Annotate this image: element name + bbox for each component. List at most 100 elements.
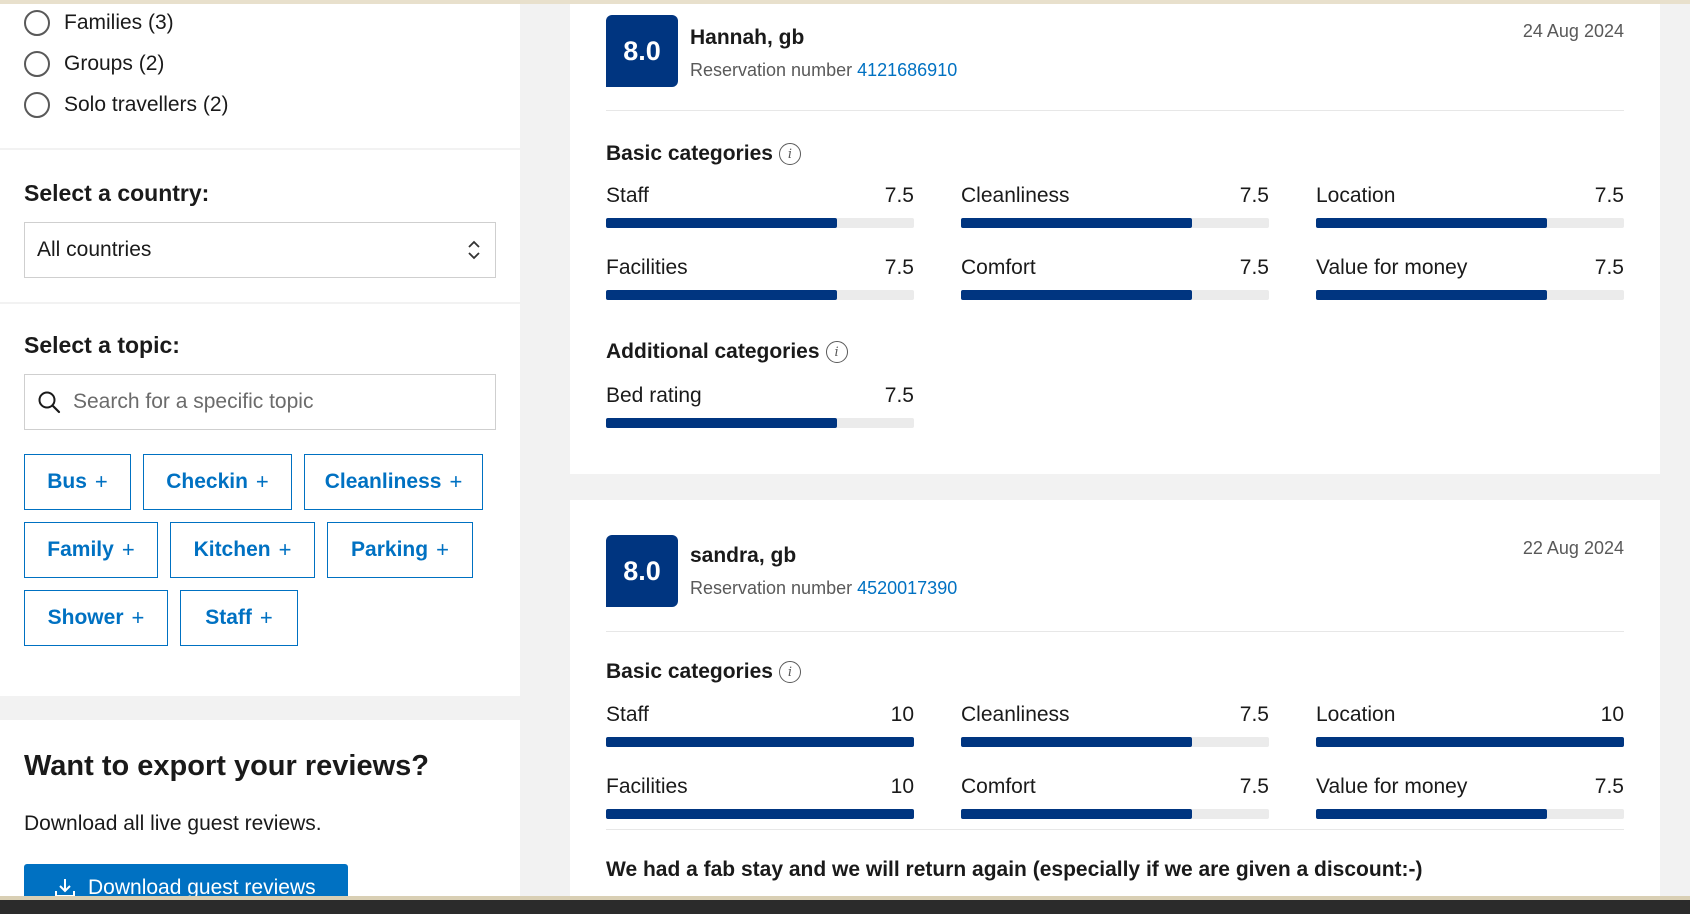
reservation-info: Reservation number 4520017390 [690,578,957,599]
metric-track [961,218,1269,228]
metric-label: Staff [606,703,649,726]
metric-facilities: Facilities 7.5 [606,256,914,306]
radio-circle-icon[interactable] [24,92,50,118]
metric-label: Facilities [606,775,688,798]
metric-bar [606,809,914,819]
metric-track [606,218,914,228]
info-icon[interactable]: i [778,143,801,165]
additional-categories-title: Additional categories i [606,340,848,364]
metric-location: Location 10 [1316,703,1624,753]
chip-label: Parking [351,538,429,561]
metric-label: Bed rating [606,384,702,407]
plus-icon: + [449,469,463,494]
metric-label: Cleanliness [961,703,1070,726]
metric-label: Location [1316,703,1396,726]
topic-chip-bus[interactable]: Bus + [24,454,131,510]
metric-bar [1316,737,1624,747]
export-title: Want to export your reviews? [24,750,429,782]
metric-label: Value for money [1316,775,1468,798]
reservation-number-link[interactable]: 4520017390 [857,578,957,598]
chip-label: Checkin [166,470,248,493]
chip-label: Staff [205,606,252,629]
metric-comfort: Comfort 7.5 [961,775,1269,825]
metric-bed-rating: Bed rating 7.5 [606,384,914,434]
metric-bar [606,418,837,428]
reservation-number-link[interactable]: 4121686910 [857,60,957,80]
metric-value: 10 [890,775,914,798]
radio-label: Groups (2) [64,52,165,75]
metric-label: Comfort [961,256,1036,279]
radio-solo-travellers[interactable]: Solo travellers (2) [24,88,229,122]
metric-bar [1316,290,1547,300]
topic-filter: Select a topic: Bus + Checkin + Cleanlines… [0,304,520,696]
metric-track [1316,290,1624,300]
topic-chip-staff[interactable]: Staff + [180,590,298,646]
chip-label: Bus [47,470,87,493]
country-filter: Select a country: All countries [0,150,520,302]
topic-search-input[interactable] [71,389,475,415]
additional-categories-label: Additional categories [606,340,820,363]
metric-value: 10 [1600,703,1624,726]
metric-value: 7.5 [1594,256,1624,279]
divider [606,110,1624,111]
review-card: 8.0 sandra, gb Reservation number 452001… [570,500,1660,900]
topic-chip-family[interactable]: Family + [24,522,158,578]
metric-value: 7.5 [1239,703,1269,726]
metric-bar [961,218,1192,228]
metric-label: Location [1316,184,1396,207]
metric-value: 7.5 [884,384,914,407]
metric-bar [961,809,1192,819]
metric-value: 7.5 [1239,184,1269,207]
metric-facilities: Facilities 10 [606,775,914,825]
plus-icon: + [278,537,292,562]
info-icon[interactable]: i [778,661,801,683]
metric-track [606,737,914,747]
reservation-label: Reservation number [690,578,853,598]
reservation-info: Reservation number 4121686910 [690,60,957,81]
radio-label: Families (3) [64,11,174,34]
country-select-value: All countries [37,238,152,261]
chip-label: Cleanliness [324,470,442,493]
divider [606,829,1624,830]
metric-track [1316,737,1624,747]
radio-families[interactable]: Families (3) [24,6,174,40]
metric-track [606,809,914,819]
basic-categories-title: Basic categories i [606,142,801,166]
taskbar-edge [0,896,1690,914]
basic-categories-label: Basic categories [606,660,773,683]
topic-chip-kitchen[interactable]: Kitchen + [170,522,315,578]
topic-chip-cleanliness[interactable]: Cleanliness + [304,454,483,510]
metric-label: Comfort [961,775,1036,798]
reviewer-name: Hannah, gb [690,26,805,49]
metric-staff: Staff 10 [606,703,914,753]
traveller-type-filter: Families (3) Groups (2) Solo travellers … [0,4,520,148]
country-select[interactable]: All countries [24,222,496,278]
radio-circle-icon[interactable] [24,51,50,77]
score-badge: 8.0 [606,535,678,607]
topic-chip-shower[interactable]: Shower + [24,590,168,646]
review-date: 24 Aug 2024 [1522,21,1624,41]
search-icon [38,391,61,414]
plus-icon: + [131,605,145,630]
chip-label: Shower [47,606,124,629]
metric-value-for-money: Value for money 7.5 [1316,256,1624,306]
review-date: 22 Aug 2024 [1522,538,1624,558]
topic-chip-parking[interactable]: Parking + [327,522,473,578]
info-icon[interactable]: i [825,341,848,363]
divider [606,631,1624,632]
plus-icon: + [436,537,449,562]
metric-staff: Staff 7.5 [606,184,914,234]
radio-groups[interactable]: Groups (2) [24,47,164,81]
topic-search[interactable] [24,374,496,430]
metric-value: 10 [890,703,914,726]
metric-value-for-money: Value for money 7.5 [1316,775,1624,825]
radio-circle-icon[interactable] [24,10,50,36]
chip-label: Family [47,538,114,561]
metric-track [1316,218,1624,228]
metric-value: 7.5 [1239,775,1269,798]
topic-chip-checkin[interactable]: Checkin + [143,454,292,510]
metric-bar [1316,809,1547,819]
export-panel: Want to export your reviews? Download al… [0,720,520,912]
metric-cleanliness: Cleanliness 7.5 [961,703,1269,753]
metric-cleanliness: Cleanliness 7.5 [961,184,1269,234]
